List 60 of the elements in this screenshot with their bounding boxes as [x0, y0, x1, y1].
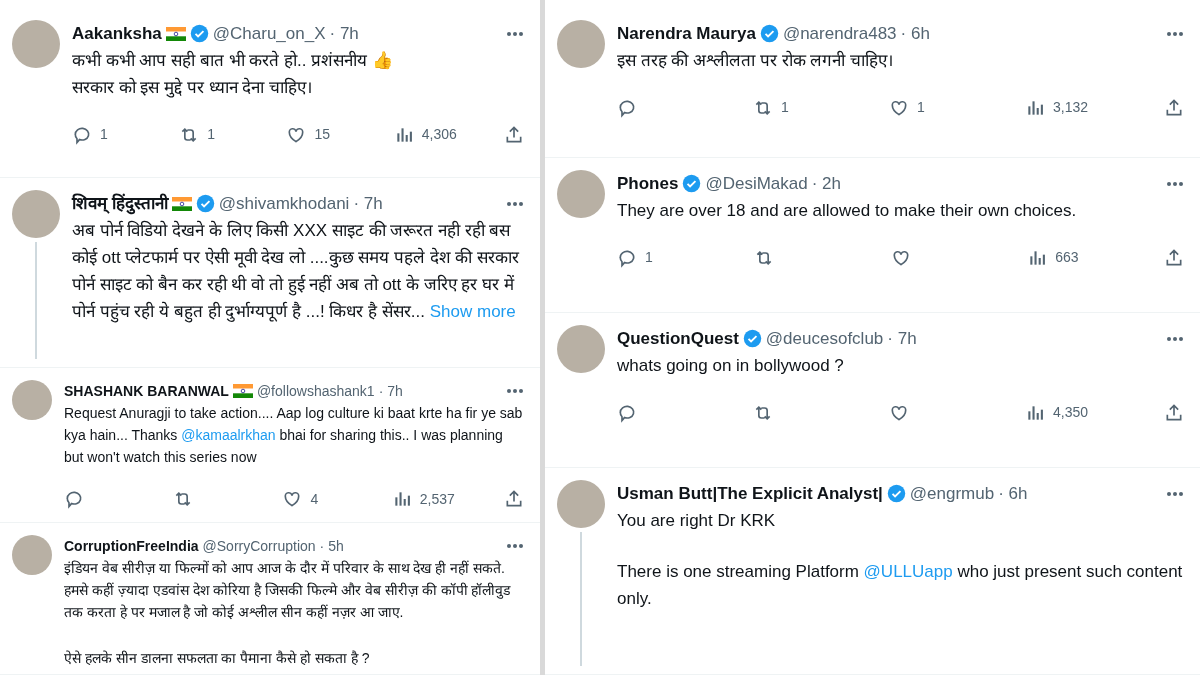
post-text: They are over 18 and are allowed to make their own choices. — [617, 200, 1078, 222]
post-time: · 5h — [319, 537, 344, 556]
share-icon[interactable] — [1164, 247, 1184, 268]
view-count: 2,537 — [419, 490, 455, 509]
post-time: · 2h — [811, 173, 841, 195]
user-name[interactable]: QuestionQuest — [617, 325, 739, 352]
reply-count: 1 — [645, 248, 653, 267]
share-icon[interactable] — [1164, 402, 1184, 423]
view-count: 4,350 — [1052, 403, 1088, 422]
repost-count: 1 — [207, 125, 216, 144]
post-text: अब पोर्न विडियो देखने के लिए किसी XXX साइट की जरूरत नही रही बस कोई ott प्लेटफार्म पर ऐसी मूवी देख लो ....कुछ समय पहले देश की सरकार पोर्न साइट को बैन कर रही थी वो तो हुई नहीं अब तो ott के जरिए हर घर में पोर्न पहुंच रही ये बहुत ही दुर्भाग्यपूर्ण है ...! किधर है सेंसर... Show more — [72, 219, 521, 325]
more-icon[interactable] — [506, 30, 524, 37]
user-name[interactable]: CorruptionFreeIndia — [64, 535, 199, 557]
post-text: You are right Dr KRK — [617, 510, 777, 532]
more-icon[interactable] — [506, 388, 524, 394]
user-name[interactable]: Phones — [617, 170, 679, 197]
more-icon[interactable] — [506, 543, 524, 549]
user-handle[interactable]: @engrmub — [909, 480, 995, 507]
user-handle[interactable]: @SorryCorruption — [202, 535, 316, 557]
like-count: 4 — [310, 490, 319, 509]
user-handle[interactable]: @shivamkhodani — [218, 190, 350, 217]
more-icon[interactable] — [1166, 180, 1184, 187]
post-time: · 7h — [887, 328, 917, 350]
post-text: There is one streaming Platform @ULLUapp who just present such content only. — [617, 561, 1184, 610]
post-time: · 7h — [378, 382, 403, 401]
user-name[interactable]: Aakanksha — [72, 20, 162, 47]
post-text: इस तरह की अश्लीलता पर रोक लगनी चाहिए। — [617, 49, 895, 72]
share-icon[interactable] — [504, 489, 524, 509]
share-icon[interactable] — [504, 124, 524, 145]
like-count: 1 — [916, 98, 925, 117]
post-text: ऐसे हलके सीन डालना सफलता का पैमाना कैसे हो सकता है ? — [64, 649, 371, 668]
more-icon[interactable] — [1166, 490, 1184, 497]
post-text: Request Anuragji to take action.... Aap log culture ki baat krte ha fir ye sab kya hain... Thanks @kamaalrkhan bhai for sharing this.. I was planning but won't watch this series now — [64, 404, 524, 467]
more-icon[interactable] — [1166, 335, 1184, 342]
repost-count: 1 — [781, 98, 789, 117]
post-time: · 7h — [329, 23, 359, 45]
user-name[interactable]: Narendra Maurya — [617, 20, 756, 47]
user-name[interactable]: शिवम् हिंदुस्तानी — [72, 190, 168, 217]
user-handle[interactable]: @Charu_on_X — [212, 20, 326, 47]
like-count: 15 — [314, 125, 331, 144]
post-time: · 6h — [998, 483, 1028, 505]
reply-icon[interactable] — [64, 489, 84, 509]
view-count: 3,132 — [1052, 98, 1088, 117]
view-count: 4,306 — [421, 125, 457, 144]
post-time: · 6h — [900, 23, 930, 45]
user-name[interactable]: SHASHANK BARANWAL — [64, 380, 229, 402]
more-icon[interactable] — [506, 200, 524, 207]
more-icon[interactable] — [1166, 30, 1184, 37]
post-text: कभी कभी आप सही बात भी करते हो.. प्रशंसनीय 👍 सरकार को इस मुद्दे पर ध्यान देना चाहिए। — [72, 49, 394, 100]
user-handle[interactable]: @narendra483 — [782, 20, 897, 47]
post-text: whats going on in bollywood ? — [617, 355, 845, 377]
user-handle[interactable]: @DesiMakad — [705, 170, 808, 197]
user-name[interactable]: Usman Butt|The Explicit Analyst| — [617, 480, 883, 507]
view-count: 663 — [1055, 248, 1079, 267]
share-icon[interactable] — [1164, 97, 1184, 118]
user-handle[interactable]: @deucesofclub — [765, 325, 884, 352]
post-text: इंडियन वेब सीरीज़ या फिल्मों को आप आज के दौर में परिवार के साथ देख ही नहीं सकते. हमसे कहीं ज़्यादा एडवांस देश कोरिया है जिसकी फिल्मे और वेब सीरीज़ की कॉपी हॉलीवुड तक करता हे पर मजाल है जो कोई अश्लील सीन कहीं नज़र आ जाए. — [64, 559, 512, 622]
reply-count: 1 — [100, 125, 108, 144]
post-time: · 7h — [353, 193, 383, 215]
user-handle[interactable]: @followshashank1 — [256, 380, 375, 402]
